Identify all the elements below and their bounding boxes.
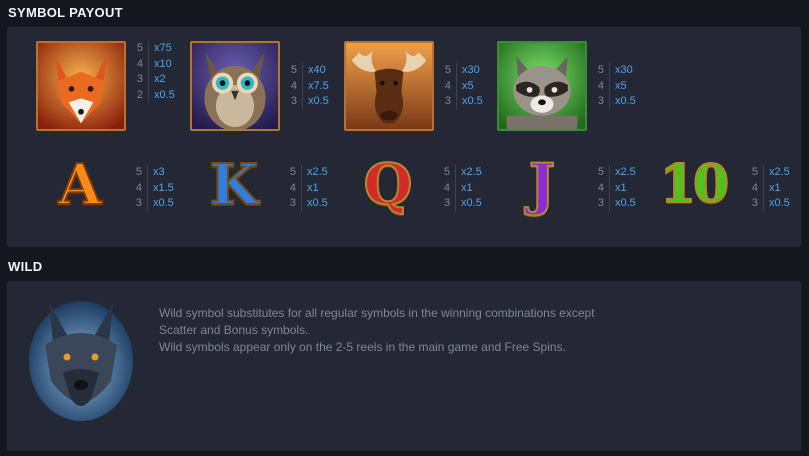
pay-count: 5 <box>444 64 451 76</box>
pay-multiplier: x5 <box>615 79 627 92</box>
pay-count: 4 <box>597 181 604 194</box>
letter-k-icon: K <box>209 152 260 218</box>
wild-panel: Wild symbol substitutes for all regular … <box>7 281 801 451</box>
pay-count: 5 <box>751 166 758 178</box>
letter-q-payouts: 5 x2.5 4 x1 3 x0.5 <box>444 165 482 212</box>
letter-j-payouts: 5 x2.5 4 x1 3 x0.5 <box>598 165 636 212</box>
pay-count: 3 <box>597 95 604 107</box>
pay-count: 4 <box>136 57 143 70</box>
pay-multiplier: x1 <box>615 181 627 194</box>
pay-multiplier: x0.5 <box>769 197 790 209</box>
owl-payouts: 5 x40 4 x7.5 3 x0.5 <box>291 63 329 110</box>
pay-count: 3 <box>443 197 450 209</box>
pay-count: 5 <box>136 42 143 54</box>
pay-multiplier: x0.5 <box>615 95 636 107</box>
letter-j-icon: J <box>528 152 557 218</box>
pay-multiplier: x0.5 <box>462 95 483 107</box>
pay-multiplier: x40 <box>308 64 326 76</box>
wild-description-line: Wild symbol substitutes for all regular … <box>159 306 595 320</box>
pay-multiplier: x7.5 <box>308 79 329 92</box>
pay-multiplier: x2.5 <box>461 166 482 178</box>
pay-count: 3 <box>289 197 296 209</box>
pay-multiplier: x2.5 <box>615 166 636 178</box>
letter-q-icon: Q <box>363 152 414 218</box>
fox-icon <box>36 41 126 131</box>
moose-payouts: 5 x30 4 x5 3 x0.5 <box>445 63 483 110</box>
pay-count: 3 <box>136 73 143 85</box>
symbol-payout-title: SYMBOL PAYOUT <box>8 5 123 20</box>
wild-description-line: Wild symbols appear only on the 2-5 reel… <box>159 340 566 354</box>
moose-icon <box>344 41 434 131</box>
pay-count: 5 <box>135 166 142 178</box>
symbol-payout-panel: 5 x75 4 x10 3 x2 2 x0.5 5 x40 4 x7.5 3 x… <box>7 27 801 247</box>
pay-multiplier: x5 <box>462 79 474 92</box>
pay-count: 4 <box>443 181 450 194</box>
pay-multiplier: x2.5 <box>307 166 328 178</box>
raccoon-icon <box>497 41 587 131</box>
pay-count: 3 <box>597 197 604 209</box>
letter-a-payouts: 5 x3 4 x1.5 3 x0.5 <box>136 165 174 212</box>
pay-multiplier: x10 <box>154 57 172 70</box>
wolf-icon <box>27 295 135 423</box>
pay-count: 3 <box>135 197 142 209</box>
pay-count: 5 <box>597 64 604 76</box>
raccoon-payouts: 5 x30 4 x5 3 x0.5 <box>598 63 636 110</box>
pay-multiplier: x0.5 <box>307 197 328 209</box>
pay-count: 3 <box>444 95 451 107</box>
pay-multiplier: x0.5 <box>461 197 482 209</box>
pay-count: 3 <box>751 197 758 209</box>
wild-description: Wild symbol substitutes for all regular … <box>159 305 595 356</box>
wild-description-line: Scatter and Bonus symbols. <box>159 323 309 337</box>
pay-multiplier: x0.5 <box>615 197 636 209</box>
pay-multiplier: x1 <box>769 181 781 194</box>
pay-count: 3 <box>290 95 297 107</box>
wild-title: WILD <box>8 259 43 274</box>
pay-count: 4 <box>290 79 297 92</box>
pay-multiplier: x1 <box>461 181 473 194</box>
pay-multiplier: x2.5 <box>769 166 790 178</box>
pay-multiplier: x0.5 <box>154 88 175 101</box>
pay-count: 4 <box>289 181 296 194</box>
pay-multiplier: x3 <box>153 166 165 178</box>
pay-multiplier: x0.5 <box>308 95 329 107</box>
letter-k-payouts: 5 x2.5 4 x1 3 x0.5 <box>290 165 328 212</box>
pay-count: 4 <box>444 79 451 92</box>
pay-count: 5 <box>289 166 296 178</box>
pay-count: 4 <box>751 181 758 194</box>
pay-multiplier: x1.5 <box>153 181 174 194</box>
owl-icon <box>190 41 280 131</box>
pay-multiplier: x30 <box>462 64 480 76</box>
pay-count: 2 <box>136 88 143 101</box>
pay-count: 5 <box>443 166 450 178</box>
pay-count: 5 <box>290 64 297 76</box>
letter-10-icon: 10 <box>659 154 730 215</box>
pay-multiplier: x0.5 <box>153 197 174 209</box>
pay-multiplier: x75 <box>154 42 172 54</box>
pay-multiplier: x2 <box>154 73 166 85</box>
pay-count: 5 <box>597 166 604 178</box>
pay-multiplier: x30 <box>615 64 633 76</box>
letter-10-payouts: 5 x2.5 4 x1 3 x0.5 <box>752 165 790 212</box>
pay-multiplier: x1 <box>307 181 319 194</box>
letter-a-icon: A <box>57 152 102 218</box>
pay-count: 4 <box>597 79 604 92</box>
fox-payouts: 5 x75 4 x10 3 x2 2 x0.5 <box>137 41 175 103</box>
pay-count: 4 <box>135 181 142 194</box>
